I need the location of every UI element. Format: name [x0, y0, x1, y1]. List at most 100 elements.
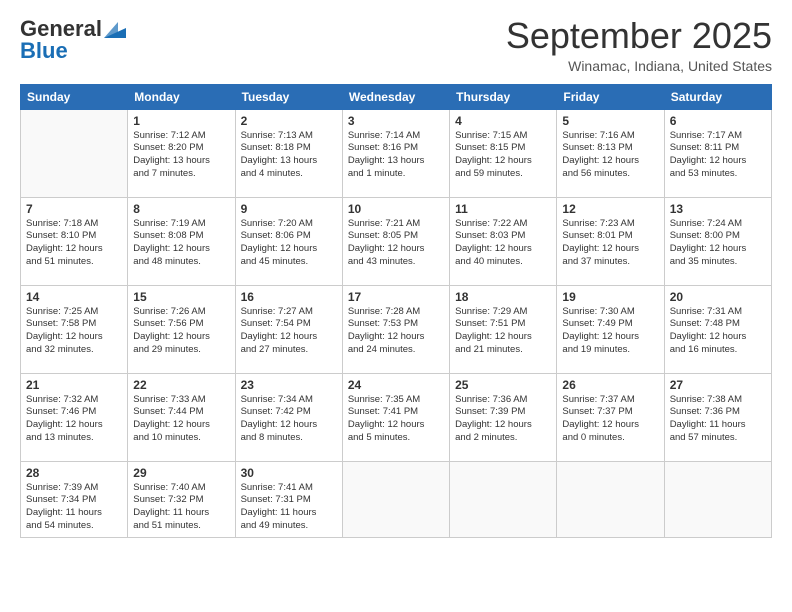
title-block: September 2025 Winamac, Indiana, United …	[506, 16, 772, 74]
calendar-cell: 17 Sunrise: 7:28 AM Sunset: 7:53 PM Dayli…	[342, 285, 449, 373]
col-header-saturday: Saturday	[664, 84, 771, 109]
day-number: 5	[562, 114, 658, 128]
day-info: Sunrise: 7:18 AM Sunset: 8:10 PM Dayligh…	[26, 218, 122, 269]
day-info: Sunrise: 7:23 AM Sunset: 8:01 PM Dayligh…	[562, 218, 658, 269]
day-info: Sunrise: 7:22 AM Sunset: 8:03 PM Dayligh…	[455, 218, 551, 269]
day-info: Sunrise: 7:16 AM Sunset: 8:13 PM Dayligh…	[562, 130, 658, 181]
day-info: Sunrise: 7:27 AM Sunset: 7:54 PM Dayligh…	[241, 306, 337, 357]
calendar-cell: 20Sunrise: 7:31 AM Sunset: 7:48 PM Dayli…	[664, 285, 771, 373]
month-title: September 2025	[506, 16, 772, 56]
calendar-cell: 26 Sunrise: 7:37 AM Sunset: 7:37 PM Dayli…	[557, 373, 664, 461]
calendar-cell: 11 Sunrise: 7:22 AM Sunset: 8:03 PM Dayli…	[450, 197, 557, 285]
calendar-header-row: SundayMondayTuesdayWednesdayThursdayFrid…	[21, 84, 772, 109]
col-header-friday: Friday	[557, 84, 664, 109]
day-number: 11	[455, 202, 551, 216]
calendar-cell: 22 Sunrise: 7:33 AM Sunset: 7:44 PM Dayli…	[128, 373, 235, 461]
logo-icon	[104, 20, 126, 38]
calendar-cell: 23Sunrise: 7:34 AM Sunset: 7:42 PM Dayli…	[235, 373, 342, 461]
day-number: 9	[241, 202, 337, 216]
day-number: 16	[241, 290, 337, 304]
calendar-cell: 3 Sunrise: 7:14 AM Sunset: 8:16 PM Daylig…	[342, 109, 449, 197]
page: General Blue September 2025 Winamac, Ind…	[0, 0, 792, 612]
calendar-cell: 19 Sunrise: 7:30 AM Sunset: 7:49 PM Dayli…	[557, 285, 664, 373]
day-number: 18	[455, 290, 551, 304]
day-number: 1	[133, 114, 229, 128]
day-number: 22	[133, 378, 229, 392]
calendar-cell: 2Sunrise: 7:13 AM Sunset: 8:18 PM Daylig…	[235, 109, 342, 197]
day-number: 28	[26, 466, 122, 480]
day-info: Sunrise: 7:12 AM Sunset: 8:20 PM Dayligh…	[133, 130, 229, 181]
day-info: Sunrise: 7:40 AM Sunset: 7:32 PM Dayligh…	[133, 482, 229, 533]
day-number: 4	[455, 114, 551, 128]
calendar-cell: 7 Sunrise: 7:18 AM Sunset: 8:10 PM Daylig…	[21, 197, 128, 285]
day-number: 12	[562, 202, 658, 216]
calendar-cell: 27 Sunrise: 7:38 AM Sunset: 7:36 PM Dayli…	[664, 373, 771, 461]
calendar-cell	[557, 461, 664, 537]
day-info: Sunrise: 7:28 AM Sunset: 7:53 PM Dayligh…	[348, 306, 444, 357]
day-number: 20	[670, 290, 766, 304]
calendar-cell: 16 Sunrise: 7:27 AM Sunset: 7:54 PM Dayli…	[235, 285, 342, 373]
week-row-2: 7 Sunrise: 7:18 AM Sunset: 8:10 PM Daylig…	[21, 197, 772, 285]
calendar-cell: 29Sunrise: 7:40 AM Sunset: 7:32 PM Dayli…	[128, 461, 235, 537]
calendar-cell: 6Sunrise: 7:17 AM Sunset: 8:11 PM Daylig…	[664, 109, 771, 197]
col-header-wednesday: Wednesday	[342, 84, 449, 109]
day-info: Sunrise: 7:34 AM Sunset: 7:42 PM Dayligh…	[241, 394, 337, 445]
calendar-cell: 1 Sunrise: 7:12 AM Sunset: 8:20 PM Daylig…	[128, 109, 235, 197]
day-info: Sunrise: 7:17 AM Sunset: 8:11 PM Dayligh…	[670, 130, 766, 181]
day-info: Sunrise: 7:32 AM Sunset: 7:46 PM Dayligh…	[26, 394, 122, 445]
day-number: 3	[348, 114, 444, 128]
day-number: 15	[133, 290, 229, 304]
day-info: Sunrise: 7:13 AM Sunset: 8:18 PM Dayligh…	[241, 130, 337, 181]
calendar-cell	[664, 461, 771, 537]
day-info: Sunrise: 7:14 AM Sunset: 8:16 PM Dayligh…	[348, 130, 444, 181]
calendar-cell: 9 Sunrise: 7:20 AM Sunset: 8:06 PM Daylig…	[235, 197, 342, 285]
header: General Blue September 2025 Winamac, Ind…	[20, 16, 772, 74]
day-number: 24	[348, 378, 444, 392]
calendar-cell: 4 Sunrise: 7:15 AM Sunset: 8:15 PM Daylig…	[450, 109, 557, 197]
col-header-thursday: Thursday	[450, 84, 557, 109]
day-info: Sunrise: 7:30 AM Sunset: 7:49 PM Dayligh…	[562, 306, 658, 357]
col-header-tuesday: Tuesday	[235, 84, 342, 109]
calendar-cell: 25 Sunrise: 7:36 AM Sunset: 7:39 PM Dayli…	[450, 373, 557, 461]
calendar-table: SundayMondayTuesdayWednesdayThursdayFrid…	[20, 84, 772, 538]
day-info: Sunrise: 7:20 AM Sunset: 8:06 PM Dayligh…	[241, 218, 337, 269]
calendar-cell: 10Sunrise: 7:21 AM Sunset: 8:05 PM Dayli…	[342, 197, 449, 285]
calendar-cell: 14Sunrise: 7:25 AM Sunset: 7:58 PM Dayli…	[21, 285, 128, 373]
day-number: 19	[562, 290, 658, 304]
day-info: Sunrise: 7:29 AM Sunset: 7:51 PM Dayligh…	[455, 306, 551, 357]
day-number: 25	[455, 378, 551, 392]
day-info: Sunrise: 7:37 AM Sunset: 7:37 PM Dayligh…	[562, 394, 658, 445]
calendar-cell: 28 Sunrise: 7:39 AM Sunset: 7:34 PM Dayli…	[21, 461, 128, 537]
calendar-cell: 15 Sunrise: 7:26 AM Sunset: 7:56 PM Dayli…	[128, 285, 235, 373]
day-number: 10	[348, 202, 444, 216]
week-row-5: 28 Sunrise: 7:39 AM Sunset: 7:34 PM Dayli…	[21, 461, 772, 537]
day-number: 17	[348, 290, 444, 304]
day-info: Sunrise: 7:41 AM Sunset: 7:31 PM Dayligh…	[241, 482, 337, 533]
calendar-cell	[342, 461, 449, 537]
day-info: Sunrise: 7:35 AM Sunset: 7:41 PM Dayligh…	[348, 394, 444, 445]
col-header-monday: Monday	[128, 84, 235, 109]
calendar-cell: 30 Sunrise: 7:41 AM Sunset: 7:31 PM Dayli…	[235, 461, 342, 537]
day-info: Sunrise: 7:24 AM Sunset: 8:00 PM Dayligh…	[670, 218, 766, 269]
location: Winamac, Indiana, United States	[506, 58, 772, 74]
week-row-3: 14Sunrise: 7:25 AM Sunset: 7:58 PM Dayli…	[21, 285, 772, 373]
calendar-cell: 5 Sunrise: 7:16 AM Sunset: 8:13 PM Daylig…	[557, 109, 664, 197]
logo: General Blue	[20, 16, 126, 64]
day-info: Sunrise: 7:15 AM Sunset: 8:15 PM Dayligh…	[455, 130, 551, 181]
calendar-cell: 18 Sunrise: 7:29 AM Sunset: 7:51 PM Dayli…	[450, 285, 557, 373]
day-info: Sunrise: 7:25 AM Sunset: 7:58 PM Dayligh…	[26, 306, 122, 357]
day-info: Sunrise: 7:38 AM Sunset: 7:36 PM Dayligh…	[670, 394, 766, 445]
calendar-cell: 13Sunrise: 7:24 AM Sunset: 8:00 PM Dayli…	[664, 197, 771, 285]
logo-blue: Blue	[20, 38, 68, 64]
day-number: 27	[670, 378, 766, 392]
day-number: 26	[562, 378, 658, 392]
day-info: Sunrise: 7:33 AM Sunset: 7:44 PM Dayligh…	[133, 394, 229, 445]
day-info: Sunrise: 7:36 AM Sunset: 7:39 PM Dayligh…	[455, 394, 551, 445]
day-info: Sunrise: 7:39 AM Sunset: 7:34 PM Dayligh…	[26, 482, 122, 533]
day-number: 30	[241, 466, 337, 480]
week-row-4: 21Sunrise: 7:32 AM Sunset: 7:46 PM Dayli…	[21, 373, 772, 461]
day-number: 7	[26, 202, 122, 216]
calendar-cell: 21Sunrise: 7:32 AM Sunset: 7:46 PM Dayli…	[21, 373, 128, 461]
day-info: Sunrise: 7:26 AM Sunset: 7:56 PM Dayligh…	[133, 306, 229, 357]
col-header-sunday: Sunday	[21, 84, 128, 109]
